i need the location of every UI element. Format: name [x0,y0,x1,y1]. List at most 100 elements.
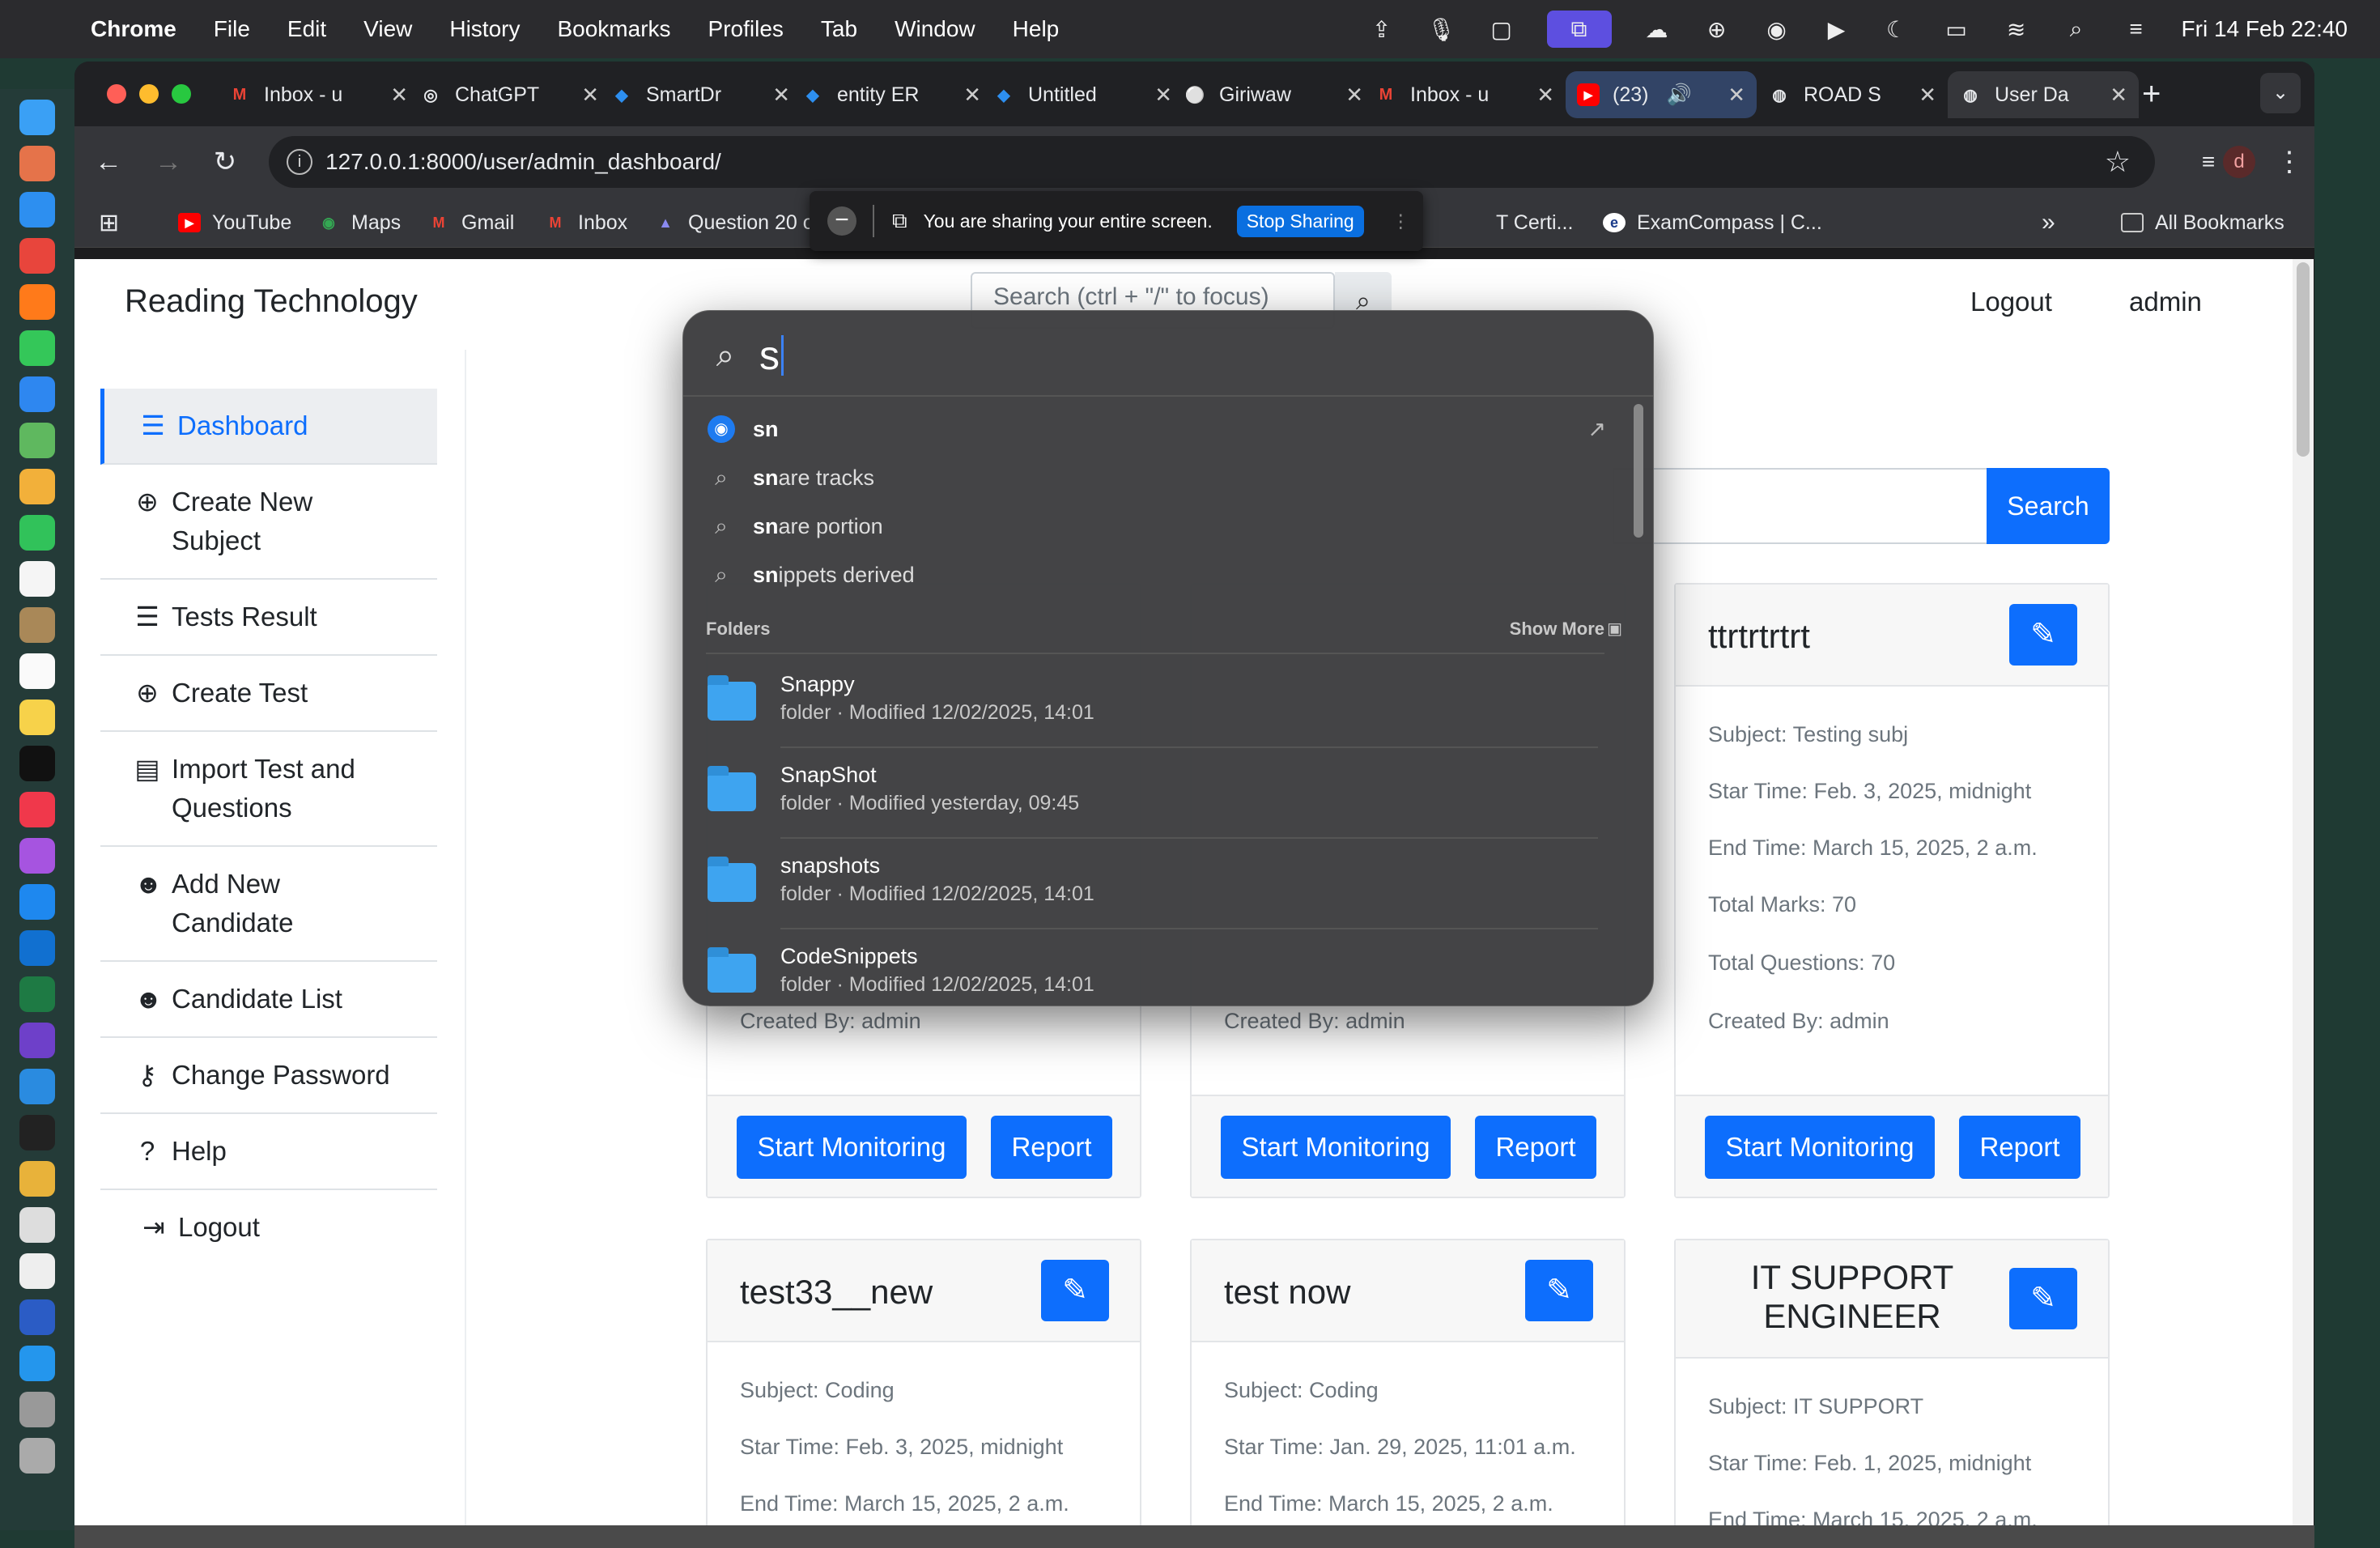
spotlight-query[interactable]: ⌕ s [708,327,784,384]
bookmark-inbox[interactable]: M Inbox [544,207,628,238]
close-tab-icon[interactable]: ✕ [1345,83,1363,108]
tab-chatgpt[interactable]: ◎ ChatGPT ✕ [419,71,610,118]
slack-icon[interactable] [19,1161,55,1197]
tab-inbox-1[interactable]: M Inbox - u ✕ [228,71,419,118]
menu-help[interactable]: Help [1013,16,1060,42]
sidebar-item-candidate-list[interactable]: ☻ Candidate List [100,962,437,1038]
moon-icon[interactable]: ☾ [1882,15,1911,44]
address-bar[interactable]: i 127.0.0.1:8000/user/admin_dashboard/ ☆ [269,136,2155,188]
sidebar-item-dashboard[interactable]: ☰ Dashboard [100,389,437,465]
podcasts-icon[interactable] [19,838,55,874]
speaker-icon[interactable]: 🔊 [1666,83,1691,107]
chrome-icon[interactable] [19,238,55,274]
screen-share-icon[interactable]: ⧉ [1546,11,1612,48]
back-button[interactable]: ← [89,142,128,181]
apple-tv-icon[interactable] [19,746,55,781]
close-tab-icon[interactable]: ✕ [963,83,981,108]
close-tab-icon[interactable]: ✕ [1536,83,1554,108]
menu-profiles[interactable]: Profiles [708,16,784,42]
edit-icon[interactable]: ✎ [2009,604,2077,666]
safari-icon[interactable] [19,192,55,228]
trash-icon[interactable] [19,1438,55,1474]
new-tab-button[interactable]: + [2142,76,2161,113]
bookmark-maps[interactable]: ◉ Maps [317,207,401,238]
sidebar-item-create-test[interactable]: ⊕ Create Test [100,656,437,732]
excel-icon[interactable] [19,976,55,1012]
mail-icon[interactable] [19,376,55,412]
close-tab-icon[interactable]: ✕ [390,83,408,108]
launchpad-icon[interactable] [19,146,55,181]
chrome-menu-icon[interactable]: ⋮ [2270,142,2309,181]
terminal-icon[interactable] [19,1115,55,1150]
spotlight-input-text[interactable]: s [759,332,780,379]
github-icon[interactable] [19,1023,55,1058]
tab-search-button[interactable]: ⌄ [2260,73,2301,113]
sidebar-item-add-candidate[interactable]: ☻ Add New Candidate [100,847,437,962]
horizontal-scrollbar[interactable] [74,1525,2314,1548]
close-tab-icon[interactable]: ✕ [1154,83,1172,108]
sidebar-item-logout[interactable]: ⇥ Logout [100,1190,437,1265]
edit-icon[interactable]: ✎ [1525,1260,1593,1321]
show-more-icon[interactable]: ▣ [1607,619,1622,639]
more-bookmarks-icon[interactable]: » [2042,207,2055,238]
close-tab-icon[interactable]: ✕ [2110,83,2127,108]
screen-record-icon[interactable]: ▢ [1487,15,1516,44]
suggestion-item[interactable]: ⌕ sn ippets derived [708,552,914,598]
tab-smartdraw[interactable]: ◆ SmartDr ✕ [610,71,801,118]
menu-file[interactable]: File [214,16,250,42]
word-icon[interactable] [19,1299,55,1335]
folder-result[interactable]: snapshots folder · Modified 12/02/2025, … [706,839,1604,929]
show-more-button[interactable]: Show More [1510,619,1604,640]
outlook-icon[interactable] [19,930,55,966]
facetime-icon[interactable] [19,515,55,551]
menu-history[interactable]: History [449,16,520,42]
all-bookmarks[interactable]: All Bookmarks [2121,207,2284,238]
tab-giriwaw[interactable]: ⚪ Giriwaw ✕ [1184,71,1375,118]
sidebar-item-import-test[interactable]: ▤ Import Test and Questions [100,732,437,847]
report-button[interactable]: Report [1959,1116,2080,1179]
bookmark-star-icon[interactable]: ☆ [2105,136,2131,188]
menubar-clock[interactable]: Fri 14 Feb 22:40 [2182,16,2348,42]
minimize-window-button[interactable] [139,84,159,104]
report-button[interactable]: Report [991,1116,1112,1179]
tab-untitled[interactable]: ◆ Untitled ✕ [992,71,1184,118]
tab-entity-er[interactable]: ◆ entity ER ✕ [801,71,992,118]
reminders-icon[interactable] [19,653,55,689]
upload-icon[interactable]: ⇪ [1367,15,1396,44]
suggestion-item[interactable]: ⌕ sn are portion [708,504,882,549]
search-icon[interactable]: ⌕ [2062,15,2091,44]
minimize-share-bar-button[interactable]: − [827,206,856,236]
spotlight-scrollbar[interactable] [1634,404,1643,538]
suggestion-item[interactable]: ⌕ sn are tracks [708,455,874,500]
start-monitoring-button[interactable]: Start Monitoring [737,1116,967,1179]
edit-icon[interactable]: ✎ [2009,1268,2077,1329]
close-tab-icon[interactable]: ✕ [581,83,599,108]
contacts-icon[interactable] [19,607,55,643]
nav-user[interactable]: admin [2129,287,2202,317]
play-icon[interactable]: ▶ [1822,15,1851,44]
dashboard-search-button[interactable]: Search [1987,468,2110,544]
folder-result[interactable]: CodeSnippets folder · Modified 12/02/202… [706,929,1604,1006]
report-button[interactable]: Report [1475,1116,1596,1179]
menu-tab[interactable]: Tab [821,16,857,42]
page-scrollbar[interactable] [2293,259,2314,1525]
app-store-icon[interactable] [19,884,55,920]
tab-user-dashboard[interactable]: ◍ User Da ✕ [1948,71,2139,118]
sidebar-item-tests-result[interactable]: ☰ Tests Result [100,580,437,656]
docker-icon[interactable] [19,1346,55,1381]
menu-bookmarks[interactable]: Bookmarks [557,16,670,42]
forward-button[interactable]: → [149,142,188,181]
globe-icon[interactable]: ⊕ [1702,15,1732,44]
tab-inbox-2[interactable]: M Inbox - u ✕ [1375,71,1566,118]
stop-sharing-button[interactable]: Stop Sharing [1236,205,1364,237]
zoom-window-button[interactable] [172,84,191,104]
menu-edit[interactable]: Edit [287,16,326,42]
textedit-icon[interactable] [19,1253,55,1289]
close-tab-icon[interactable]: ✕ [772,83,790,108]
weather-icon[interactable]: ☁ [1643,15,1672,44]
profile-avatar[interactable]: d [2223,146,2255,178]
messages-icon[interactable] [19,330,55,366]
close-window-button[interactable] [107,84,126,104]
close-tab-icon[interactable]: ✕ [1919,83,1936,108]
close-tab-icon[interactable]: ✕ [1728,83,1745,108]
